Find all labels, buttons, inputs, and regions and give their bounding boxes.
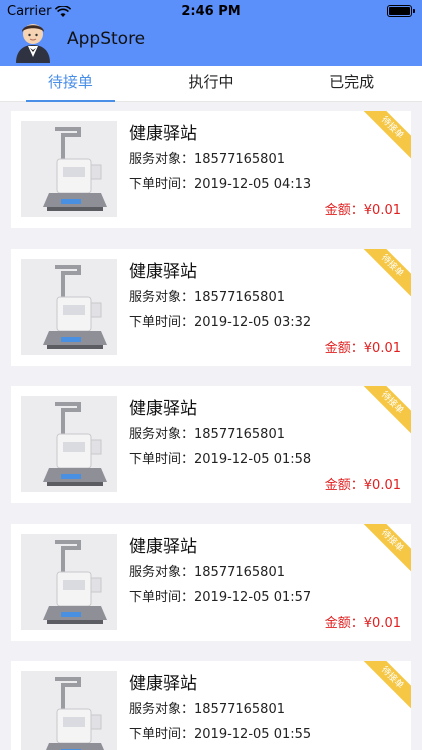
order-tabs: 待接单 执行中 已完成 (0, 66, 422, 102)
time-value: 2019-12-05 01:55 (194, 727, 312, 742)
health-kiosk-image (21, 121, 117, 217)
time-label: 下单时间： (129, 177, 195, 192)
order-name: 健康驿站 (129, 536, 197, 557)
time-label: 下单时间： (129, 727, 195, 742)
order-card[interactable]: 健康驿站 服务对象：18577165801 下单时间：2019-12-05 04… (11, 111, 411, 228)
order-time: 下单时间：2019-12-05 04:13 (129, 173, 311, 192)
service-target: 服务对象：18577165801 (129, 423, 285, 442)
time-label: 下单时间： (129, 589, 195, 605)
amount-label: 金额： (324, 203, 364, 218)
service-label: 服务对象： (129, 702, 195, 717)
order-amount: 金额：¥0.01 (325, 337, 401, 356)
order-time: 下单时间：2019-12-05 01:58 (129, 448, 311, 467)
order-time: 下单时间：2019-12-05 03:32 (129, 311, 311, 330)
app-header: Carrier 2:46 PM AppStore (0, 0, 422, 66)
amount-value: ¥0.01 (363, 340, 401, 356)
time-value: 2019-12-05 04:13 (194, 177, 312, 192)
service-label: 服务对象： (129, 152, 195, 167)
status-bar: Carrier 2:46 PM (0, 4, 422, 20)
order-amount: 金额：¥0.01 (325, 612, 401, 631)
status-time: 2:46 PM (181, 4, 241, 19)
tab-completed[interactable]: 已完成 (281, 66, 422, 101)
service-value: 18577165801 (194, 564, 285, 580)
app-title: AppStore (67, 29, 146, 49)
health-kiosk-image (21, 258, 117, 355)
amount-value: ¥0.01 (363, 615, 401, 631)
time-label: 下单时间： (129, 314, 195, 330)
time-label: 下单时间： (129, 452, 195, 467)
tab-in-progress[interactable]: 执行中 (141, 66, 282, 101)
tab-pending[interactable]: 待接单 (0, 66, 141, 102)
service-target: 服务对象：18577165801 (129, 286, 285, 305)
order-time: 下单时间：2019-12-05 01:55 (129, 723, 311, 742)
order-amount: 金额：¥0.01 (325, 199, 401, 218)
service-target: 服务对象：18577165801 (129, 148, 285, 167)
service-value: 18577165801 (194, 427, 285, 442)
status-ribbon: 待接单 (358, 386, 411, 437)
service-label: 服务对象： (129, 289, 195, 305)
service-target: 服务对象：18577165801 (129, 561, 285, 580)
health-kiosk-image (21, 671, 117, 750)
amount-label: 金额： (324, 478, 364, 493)
service-target: 服务对象：18577165801 (129, 698, 285, 717)
time-value: 2019-12-05 01:58 (194, 452, 312, 467)
order-name: 健康驿站 (129, 674, 197, 694)
service-value: 18577165801 (194, 702, 285, 717)
amount-label: 金额： (324, 340, 364, 356)
order-time: 下单时间：2019-12-05 01:57 (129, 586, 311, 605)
status-ribbon: 待接单 (358, 111, 411, 162)
service-value: 18577165801 (194, 152, 285, 167)
service-label: 服务对象： (129, 427, 195, 442)
status-ribbon: 待接单 (358, 523, 411, 574)
health-kiosk-image (21, 533, 117, 630)
order-card[interactable]: 健康驿站 服务对象：18577165801 下单时间：2019-12-05 01… (11, 523, 411, 641)
waiter-avatar-icon[interactable] (10, 17, 56, 63)
status-ribbon: 待接单 (358, 248, 411, 299)
order-name: 健康驿站 (129, 399, 197, 419)
order-name: 健康驿站 (129, 124, 197, 144)
time-value: 2019-12-05 03:32 (194, 314, 312, 330)
order-card[interactable]: 健康驿站 服务对象：18577165801 下单时间：2019-12-05 03… (11, 248, 411, 366)
order-name: 健康驿站 (129, 261, 197, 282)
amount-value: ¥0.01 (363, 203, 401, 218)
service-value: 18577165801 (194, 289, 285, 305)
amount-label: 金额： (324, 615, 364, 631)
amount-value: ¥0.01 (363, 478, 401, 493)
service-label: 服务对象： (129, 564, 195, 580)
order-card[interactable]: 健康驿站 服务对象：18577165801 下单时间：2019-12-05 01… (11, 386, 411, 503)
order-card[interactable]: 健康驿站 服务对象：18577165801 下单时间：2019-12-05 01… (11, 661, 411, 750)
status-ribbon: 待接单 (358, 661, 411, 712)
time-value: 2019-12-05 01:57 (194, 589, 312, 605)
battery-icon (387, 5, 415, 17)
order-amount: 金额：¥0.01 (325, 474, 401, 493)
health-kiosk-image (21, 396, 117, 492)
